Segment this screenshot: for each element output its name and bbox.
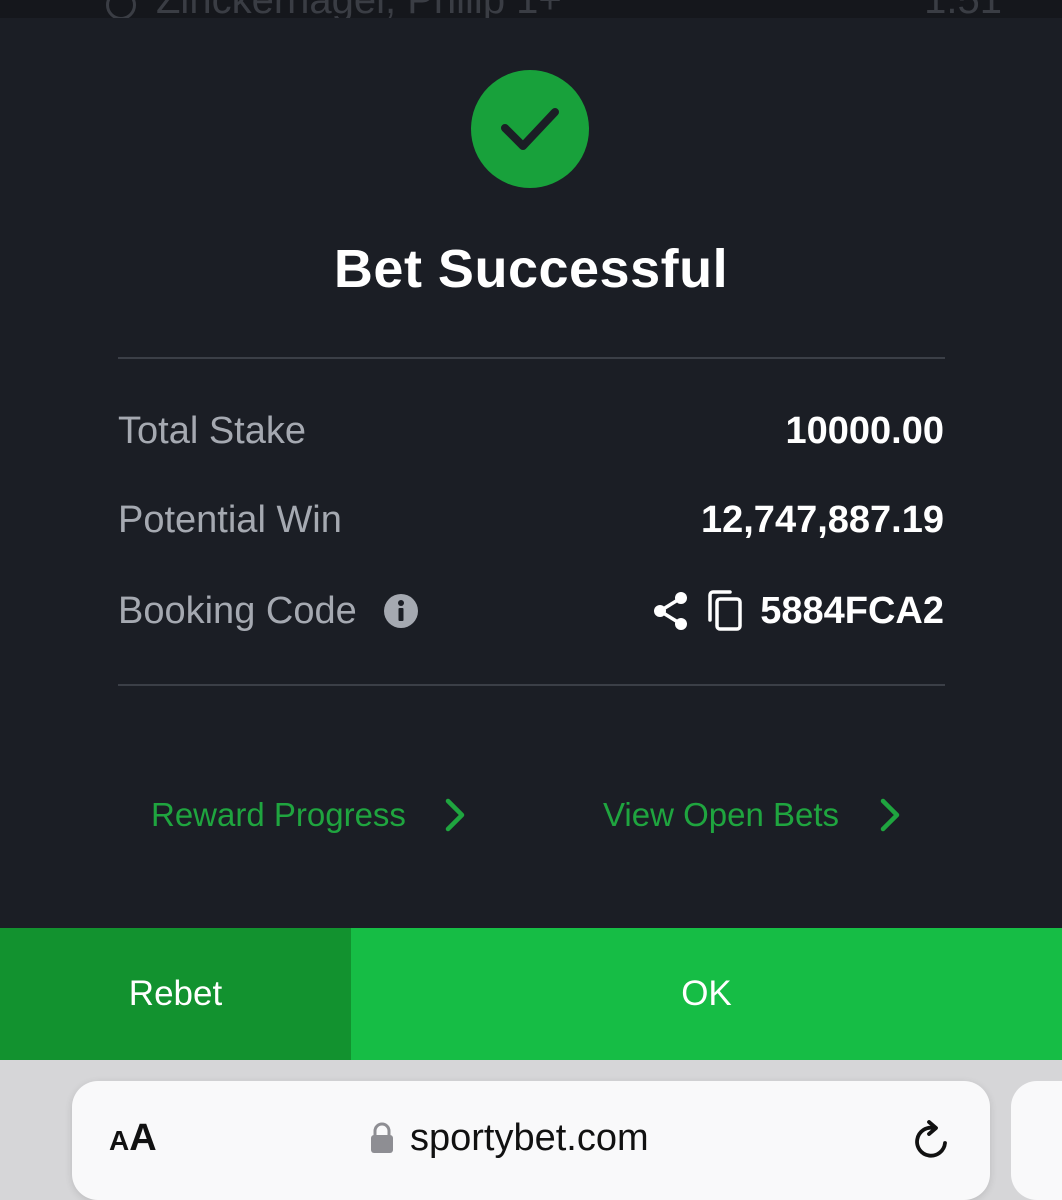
copy-icon[interactable] [706,590,744,632]
total-stake-value: 10000.00 [785,409,945,452]
total-stake-label: Total Stake [118,409,306,452]
total-stake-row: Total Stake 10000.00 [118,406,944,456]
reward-progress-label: Reward Progress [151,796,406,833]
chevron-right-icon [879,797,901,833]
player-icon [106,0,136,18]
dialog-title: Bet Successful [333,239,729,299]
divider [118,684,945,686]
booking-code-label: Booking Code [118,589,357,632]
background-selection-text: Zinckernagel, Philip 1+ [156,0,562,18]
divider [118,357,945,359]
booking-code-value-group: 5884FCA2 [652,590,944,633]
bet-success-dialog: Bet Successful Total Stake 10000.00 Pote… [0,18,1062,928]
info-icon[interactable] [383,593,419,629]
booking-code-label-group: Booking Code [118,590,419,633]
check-icon [471,70,589,188]
booking-code-value[interactable]: 5884FCA2 [760,590,944,633]
reward-progress-link[interactable]: Reward Progress [151,790,466,840]
booking-code-row: Booking Code 5884FCA2 [118,586,944,636]
lock-icon [370,1122,394,1154]
browser-address-bar: A A sportybet.com [0,1060,1062,1200]
background-odds: 1.51 [924,0,1002,18]
rebet-button[interactable]: Rebet [0,928,351,1060]
aa-small-letter: A [109,1125,130,1156]
url-field[interactable]: A A sportybet.com [72,1081,990,1200]
view-open-bets-link[interactable]: View Open Bets [603,790,901,840]
reader-settings-button[interactable]: A A [109,1117,157,1160]
chevron-right-icon [444,797,466,833]
view-open-bets-label: View Open Bets [603,796,840,833]
ok-button[interactable]: OK [351,928,1062,1060]
share-icon[interactable] [652,591,690,631]
reload-icon[interactable] [912,1119,952,1161]
potential-win-label: Potential Win [118,498,342,541]
next-tab-preview[interactable] [1011,1081,1062,1200]
potential-win-value: 12,747,887.19 [700,498,944,541]
url-display[interactable]: sportybet.com [370,1113,649,1163]
background-match-row: Zinckernagel, Philip 1+ 1.51 [0,0,1062,18]
url-text: sportybet.com [410,1116,649,1159]
aa-big-letter: A [129,1117,157,1159]
potential-win-row: Potential Win 12,747,887.19 [118,495,944,545]
